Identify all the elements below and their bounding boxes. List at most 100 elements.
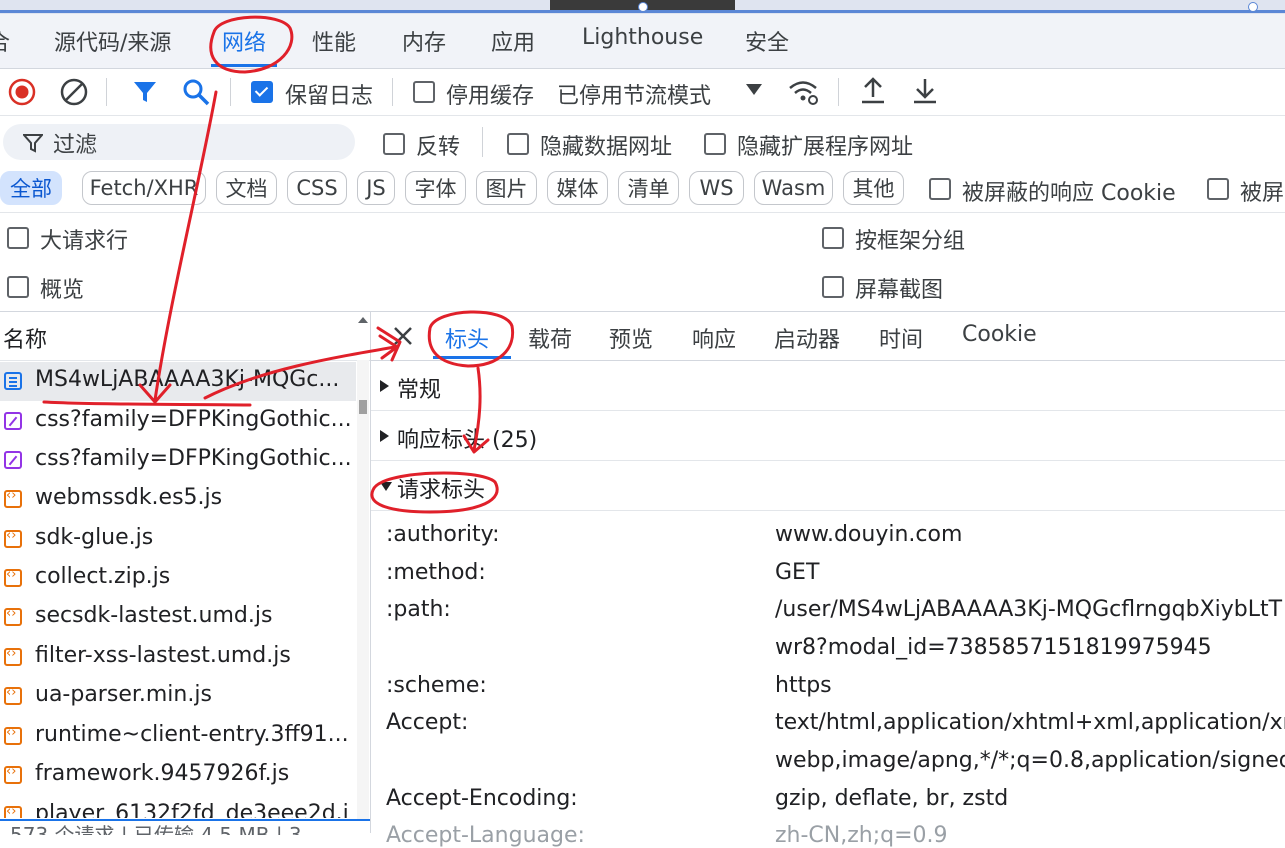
tab-security[interactable]: 安全 <box>745 25 789 57</box>
tab-preview[interactable]: 预览 <box>609 322 653 354</box>
type-chip-other[interactable]: 其他 <box>843 171 904 205</box>
request-row[interactable]: collect.zip.js <box>0 559 356 598</box>
header-value: https <box>775 673 832 698</box>
type-chip-doc[interactable]: 文档 <box>216 171 277 205</box>
script-icon <box>4 685 22 705</box>
filter-icon[interactable] <box>132 79 158 105</box>
type-chip-js[interactable]: JS <box>357 171 395 205</box>
tab-response[interactable]: 响应 <box>692 322 736 354</box>
request-row[interactable]: webmssdk.es5.js <box>0 480 356 519</box>
download-icon[interactable] <box>912 77 938 105</box>
list-header[interactable]: 名称 <box>0 312 370 361</box>
section-general[interactable]: 常规 <box>371 361 1285 411</box>
clear-icon[interactable] <box>60 78 88 106</box>
record-icon[interactable] <box>8 78 36 106</box>
preserve-log-checkbox[interactable] <box>251 81 273 103</box>
disable-cache-checkbox[interactable] <box>413 81 435 103</box>
tab-sources[interactable]: 源代码/来源 <box>54 25 171 57</box>
request-row[interactable]: ua-parser.min.js <box>0 677 356 716</box>
overview-label: 概览 <box>40 278 85 303</box>
screenshots-checkbox[interactable] <box>822 276 844 298</box>
request-row[interactable]: css?family=DFPKingGothic... <box>0 402 356 441</box>
type-chip-wasm[interactable]: Wasm <box>754 171 833 205</box>
devtools-panel-tabs: 合 源代码/来源 网络 性能 内存 应用 Lighthouse 安全 <box>0 14 1285 69</box>
blocked-cookies-checkbox[interactable] <box>929 178 951 200</box>
expand-arrow-icon <box>380 430 389 442</box>
request-name: framework.9457926f.js <box>35 761 290 786</box>
request-name: ua-parser.min.js <box>35 682 212 707</box>
hide-extension-urls-label: 隐藏扩展程序网址 <box>737 135 914 160</box>
document-icon <box>4 372 22 390</box>
stylesheet-icon <box>4 451 22 469</box>
tab-payload[interactable]: 载荷 <box>528 322 572 354</box>
search-icon[interactable] <box>182 78 210 106</box>
type-chip-css[interactable]: CSS <box>287 171 347 205</box>
type-chip-img[interactable]: 图片 <box>476 171 537 205</box>
section-title: 响应标头 (25) <box>397 428 538 453</box>
blocked-requests-checkbox[interactable] <box>1207 178 1229 200</box>
divider <box>230 78 231 106</box>
request-row[interactable]: MS4wLjABAAAA3Kj-MQGc... <box>0 362 356 401</box>
scroll-up-icon[interactable] <box>357 316 369 324</box>
request-row[interactable]: filter-xss-lastest.umd.js <box>0 638 356 677</box>
request-row[interactable]: secsdk-lastest.umd.js <box>0 598 356 637</box>
tab-performance[interactable]: 性能 <box>312 25 356 57</box>
request-list: 名称 MS4wLjABAAAA3Kj-MQGc... css?family=DF… <box>0 312 371 835</box>
request-name: css?family=DFPKingGothic... <box>35 407 350 432</box>
tab-console[interactable]: 合 <box>0 25 10 57</box>
script-icon <box>4 764 22 784</box>
scrollbar-thumb[interactable] <box>359 400 367 414</box>
network-toolbar: 保留日志 停用缓存 已停用节流模式 <box>0 69 1285 116</box>
tab-lighthouse[interactable]: Lighthouse <box>582 25 703 50</box>
hide-data-urls-checkbox[interactable] <box>507 133 529 155</box>
section-request-headers[interactable]: 请求标头 <box>371 461 1285 511</box>
request-name: css?family=DFPKingGothic... <box>35 446 350 471</box>
request-row[interactable]: css?family=DFPKingGothic... <box>0 441 356 480</box>
network-conditions-icon[interactable] <box>788 78 820 106</box>
header-name: Accept-Language: <box>386 823 585 848</box>
chevron-down-icon[interactable] <box>746 84 762 96</box>
overview-checkbox[interactable] <box>7 276 29 298</box>
tab-cookies[interactable]: Cookie <box>962 322 1037 347</box>
script-icon <box>4 488 22 508</box>
throttling-select[interactable]: 已停用节流模式 <box>557 78 711 110</box>
window-top-strip <box>0 0 1285 14</box>
request-row[interactable]: player_6132f2fd_de3eee2d.js <box>0 796 356 818</box>
type-chip-media[interactable]: 媒体 <box>547 171 608 205</box>
network-settings: 大请求行 按框架分组 概览 屏幕截图 <box>0 213 1285 312</box>
tab-initiator[interactable]: 启动器 <box>774 322 840 354</box>
request-row[interactable]: framework.9457926f.js <box>0 756 356 795</box>
request-name: collect.zip.js <box>35 564 171 589</box>
tab-network[interactable]: 网络 <box>222 25 266 57</box>
request-name: MS4wLjABAAAA3Kj-MQGc... <box>35 367 340 392</box>
request-row[interactable]: runtime~client-entry.3ff91... <box>0 717 356 756</box>
invert-checkbox[interactable] <box>383 133 405 155</box>
type-chip-fetch-xhr[interactable]: Fetch/XHR <box>82 171 206 205</box>
header-name: :method: <box>386 560 486 585</box>
request-name: webmssdk.es5.js <box>35 485 223 510</box>
header-name: :authority: <box>386 522 500 547</box>
resize-handle[interactable] <box>1248 2 1258 12</box>
upload-icon[interactable] <box>860 77 886 105</box>
hide-extension-urls-checkbox[interactable] <box>704 133 726 155</box>
type-chip-manifest[interactable]: 清单 <box>618 171 679 205</box>
section-response-headers[interactable]: 响应标头 (25) <box>371 411 1285 461</box>
tab-application[interactable]: 应用 <box>491 25 535 57</box>
type-chip-font[interactable]: 字体 <box>405 171 466 205</box>
request-row[interactable]: sdk-glue.js <box>0 520 356 559</box>
blocked-requests-label: 被屏 <box>1240 181 1285 206</box>
list-scrollbar[interactable] <box>357 360 369 833</box>
tab-memory[interactable]: 内存 <box>402 25 446 57</box>
tab-timing[interactable]: 时间 <box>879 322 923 354</box>
tab-headers[interactable]: 标头 <box>445 322 489 354</box>
resize-handle[interactable] <box>638 2 648 12</box>
type-chip-all[interactable]: 全部 <box>0 171 62 205</box>
big-request-rows-checkbox[interactable] <box>7 227 29 249</box>
type-chip-ws[interactable]: WS <box>689 171 744 205</box>
group-by-frame-checkbox[interactable] <box>822 227 844 249</box>
section-title: 常规 <box>397 378 442 403</box>
close-icon[interactable] <box>393 326 413 346</box>
request-name: filter-xss-lastest.umd.js <box>35 643 291 668</box>
filter-input[interactable]: 过滤 <box>3 124 355 160</box>
header-value: webp,image/apng,*/*;q=0.8,application/si… <box>775 748 1285 773</box>
